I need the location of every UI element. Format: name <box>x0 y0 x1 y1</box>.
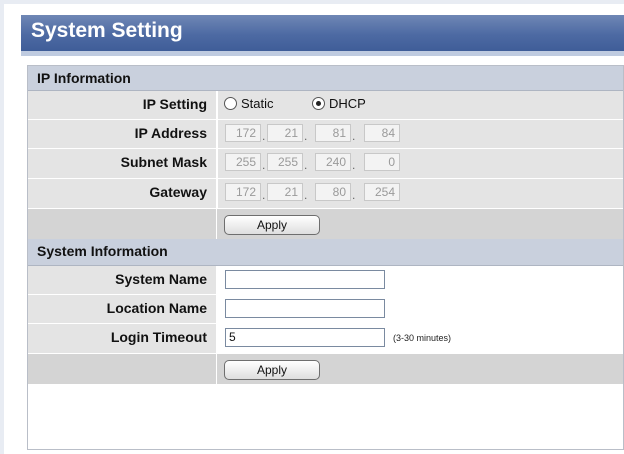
subnet-mask-label-cell: Subnet Mask <box>28 149 217 178</box>
subnet-mask-row: Subnet Mask 255 . 255 . 240 . 0 <box>28 149 623 179</box>
subnet-mask-value-cell: 255 . 255 . 240 . 0 <box>218 149 623 178</box>
location-name-value-cell <box>218 295 623 323</box>
ip-address-octet-4[interactable]: 84 <box>364 124 400 142</box>
frame-left-border <box>0 0 4 454</box>
gateway-dot: . <box>304 188 308 202</box>
ip-information-header: IP Information <box>28 66 623 91</box>
location-name-label: Location Name <box>106 300 207 316</box>
static-radio[interactable] <box>224 97 237 110</box>
system-apply-button[interactable]: Apply <box>224 360 320 380</box>
ip-address-octet-3[interactable]: 81 <box>315 124 351 142</box>
subnet-mask-octet-4[interactable]: 0 <box>364 153 400 171</box>
ip-setting-label-cell: IP Setting <box>28 91 217 119</box>
system-apply-value-cell: Apply <box>218 354 623 384</box>
ip-address-label: IP Address <box>134 125 207 141</box>
ip-address-octet-2[interactable]: 21 <box>267 124 303 142</box>
system-name-label: System Name <box>115 271 207 287</box>
location-name-label-cell: Location Name <box>28 295 217 323</box>
gateway-row: Gateway 172 . 21 . 80 . 254 <box>28 179 623 209</box>
ip-setting-label: IP Setting <box>142 96 207 112</box>
login-timeout-row: Login Timeout 5 (3-30 minutes) <box>28 324 623 354</box>
system-apply-label-cell <box>28 354 217 384</box>
subnet-mask-dot: . <box>304 158 308 172</box>
ip-address-dot: . <box>262 129 266 143</box>
subnet-mask-dot: . <box>352 158 356 172</box>
ip-address-dot: . <box>304 129 308 143</box>
system-name-value-cell <box>218 266 623 294</box>
location-name-row: Location Name <box>28 295 623 324</box>
subnet-mask-dot: . <box>262 158 266 172</box>
dhcp-radio[interactable] <box>312 97 325 110</box>
settings-panel: IP Information IP Setting Static DHCP IP… <box>27 65 624 450</box>
ip-apply-value-cell: Apply <box>218 209 623 239</box>
subnet-mask-octet-1[interactable]: 255 <box>225 153 261 171</box>
login-timeout-value-cell: 5 (3-30 minutes) <box>218 324 623 353</box>
system-apply-row: Apply <box>28 354 623 384</box>
gateway-label-cell: Gateway <box>28 179 217 208</box>
location-name-input[interactable] <box>225 299 385 318</box>
ip-address-octet-1[interactable]: 172 <box>225 124 261 142</box>
ip-apply-row: Apply <box>28 209 623 239</box>
ip-information-title: IP Information <box>37 70 131 86</box>
ip-setting-row: IP Setting Static DHCP <box>28 91 623 120</box>
gateway-octet-1[interactable]: 172 <box>225 183 261 201</box>
system-information-title: System Information <box>37 243 168 259</box>
ip-apply-button[interactable]: Apply <box>224 215 320 235</box>
ip-address-label-cell: IP Address <box>28 120 217 148</box>
gateway-octet-4[interactable]: 254 <box>364 183 400 201</box>
subnet-mask-octet-3[interactable]: 240 <box>315 153 351 171</box>
dhcp-radio-label[interactable]: DHCP <box>329 96 366 111</box>
gateway-octet-2[interactable]: 21 <box>267 183 303 201</box>
login-timeout-label-cell: Login Timeout <box>28 324 217 353</box>
page-title: System Setting <box>31 19 183 42</box>
page-title-bar: System Setting <box>21 15 624 51</box>
subnet-mask-label: Subnet Mask <box>120 154 207 170</box>
system-information-header: System Information <box>28 239 623 266</box>
title-underline <box>21 51 624 56</box>
gateway-dot: . <box>262 188 266 202</box>
gateway-dot: . <box>352 188 356 202</box>
login-timeout-input[interactable]: 5 <box>225 328 385 347</box>
ip-address-value-cell: 172 . 21 . 81 . 84 <box>218 120 623 148</box>
ip-apply-label-cell <box>28 209 217 239</box>
gateway-label: Gateway <box>149 184 207 200</box>
subnet-mask-octet-2[interactable]: 255 <box>267 153 303 171</box>
system-name-label-cell: System Name <box>28 266 217 294</box>
gateway-value-cell: 172 . 21 . 80 . 254 <box>218 179 623 208</box>
gateway-octet-3[interactable]: 80 <box>315 183 351 201</box>
frame-top-border <box>0 0 624 4</box>
static-radio-label[interactable]: Static <box>241 96 274 111</box>
login-timeout-label: Login Timeout <box>110 329 207 345</box>
ip-address-row: IP Address 172 . 21 . 81 . 84 <box>28 120 623 149</box>
login-timeout-hint: (3-30 minutes) <box>393 333 452 343</box>
system-name-input[interactable] <box>225 270 385 289</box>
system-name-row: System Name <box>28 266 623 295</box>
ip-address-dot: . <box>352 129 356 143</box>
ip-setting-value-cell: Static DHCP <box>218 91 623 119</box>
